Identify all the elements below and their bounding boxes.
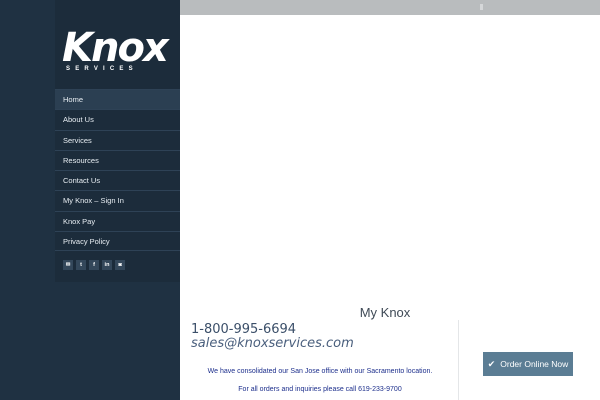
facebook-icon[interactable]: f	[89, 260, 99, 270]
instagram-icon[interactable]: ◙	[115, 260, 125, 270]
nav-item-my-knox-sign-in[interactable]: My Knox – Sign In	[55, 190, 180, 210]
logo-subtitle: SERVICES	[66, 66, 138, 72]
mail-icon[interactable]: ✉	[63, 260, 73, 270]
order-online-button[interactable]: ✔ Order Online Now	[483, 352, 573, 376]
main-content: My Knox 1-800-995-6694 sales@knoxservice…	[180, 15, 600, 400]
social-links: ✉ t f in ◙	[63, 260, 125, 270]
nav-item-privacy-policy[interactable]: Privacy Policy	[55, 231, 180, 252]
nav-item-home[interactable]: Home	[55, 89, 180, 110]
nav-item-services[interactable]: Services	[55, 129, 180, 150]
logo-wordmark: Knox	[62, 25, 169, 71]
twitter-icon[interactable]: t	[76, 260, 86, 270]
order-online-label: Order Online Now	[500, 359, 569, 369]
linkedin-icon[interactable]: in	[102, 260, 112, 270]
top-bar-marker	[480, 4, 483, 10]
page-title-text: My Knox	[359, 305, 411, 320]
nav-item-knox-pay[interactable]: Knox Pay	[55, 210, 180, 231]
top-bar	[180, 0, 600, 15]
email-link[interactable]: sales@knoxservices.com	[191, 336, 354, 351]
checkmark-icon: ✔	[487, 359, 496, 369]
phone-number[interactable]: 1-800-995-6694	[191, 322, 296, 337]
consolidation-notice: We have consolidated our San Jose office…	[207, 368, 433, 375]
inquiries-notice: For all orders and inquiries please call…	[238, 386, 402, 393]
nav-item-about-us[interactable]: About Us	[55, 109, 180, 129]
nav-item-contact-us[interactable]: Contact Us	[55, 170, 180, 190]
page-title: My Knox	[180, 305, 600, 320]
nav-item-resources[interactable]: Resources	[55, 149, 180, 170]
main-nav: Home About Us Services Resources Contact…	[55, 89, 180, 252]
knox-logo[interactable]: Knox SERVICES	[62, 28, 172, 76]
